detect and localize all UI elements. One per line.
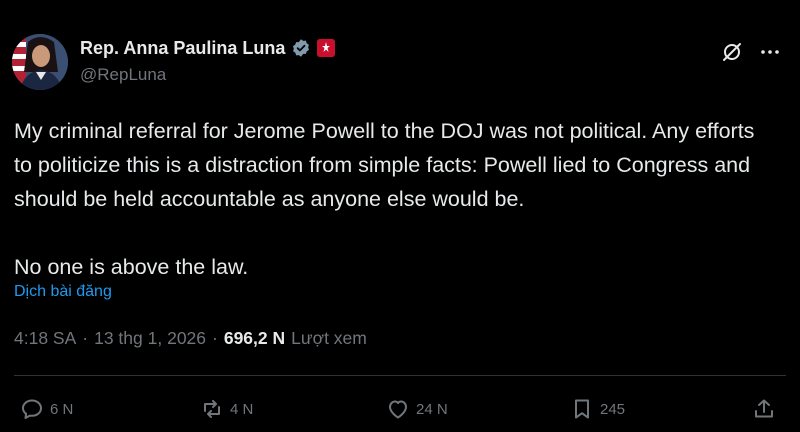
more-options-icon[interactable] bbox=[758, 40, 782, 64]
heart-icon bbox=[389, 400, 407, 419]
reply-count: 6 N bbox=[50, 400, 74, 418]
views-label: Lượt xem bbox=[291, 328, 367, 348]
post-time[interactable]: 4:18 SA bbox=[14, 328, 76, 349]
reply-icon bbox=[22, 399, 42, 419]
divider bbox=[14, 375, 786, 376]
bookmark-count: 245 bbox=[600, 400, 626, 418]
verified-badge-icon[interactable] bbox=[291, 38, 311, 58]
tweet-header: Rep. Anna Paulina Luna @RepLuna bbox=[12, 30, 788, 90]
action-bar: 6 N 4 N 24 N 245 bbox=[0, 392, 800, 426]
author-info: Rep. Anna Paulina Luna @RepLuna bbox=[80, 37, 336, 85]
translate-post-link[interactable]: Dịch bài đăng bbox=[14, 283, 112, 301]
name-row: Rep. Anna Paulina Luna bbox=[80, 37, 336, 59]
tweet-text: My criminal referral for Jerome Powell t… bbox=[14, 119, 755, 279]
like-button[interactable]: 24 N bbox=[386, 392, 448, 426]
meta-separator: · bbox=[82, 328, 89, 348]
share-button[interactable] bbox=[752, 392, 776, 426]
repost-icon bbox=[204, 400, 220, 418]
reply-button[interactable]: 6 N bbox=[20, 392, 73, 426]
grok-icon[interactable] bbox=[720, 40, 744, 64]
share-icon bbox=[755, 399, 773, 418]
author-name[interactable]: Rep. Anna Paulina Luna bbox=[80, 38, 285, 59]
author-handle[interactable]: @RepLuna bbox=[80, 65, 335, 85]
profile-photo bbox=[12, 34, 68, 90]
like-count: 24 N bbox=[416, 400, 448, 418]
bookmark-icon bbox=[575, 399, 589, 419]
bookmark-button[interactable]: 245 bbox=[570, 392, 625, 426]
post-date[interactable]: 13 thg 1, 2026 bbox=[94, 328, 206, 349]
repost-count: 4 N bbox=[230, 400, 254, 418]
views-count: 696,2 N bbox=[223, 328, 286, 348]
meta-separator: · bbox=[212, 328, 218, 348]
repost-button[interactable]: 4 N bbox=[200, 392, 253, 426]
tweet-metadata: 4:18 SA · 13 thg 1, 2026 · 696,2 N Lượt … bbox=[14, 328, 367, 349]
avatar[interactable] bbox=[12, 34, 68, 90]
government-affiliation-icon[interactable] bbox=[317, 39, 336, 57]
